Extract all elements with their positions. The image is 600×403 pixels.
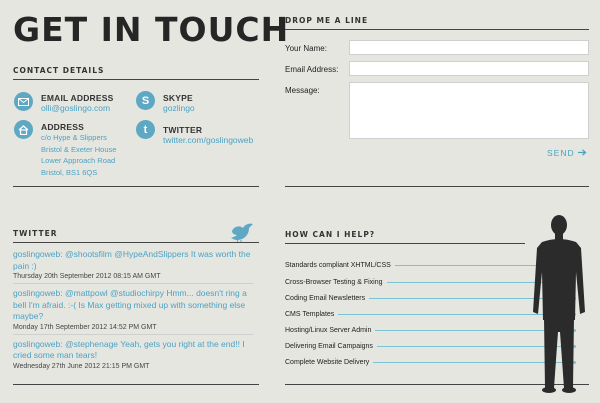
contact-bottom-divider	[13, 186, 259, 187]
service-label: Cross-Browser Testing & Fixing	[285, 278, 383, 286]
service-label: Complete Website Delivery	[285, 358, 370, 366]
contact-details-heading: CONTACT DETAILS	[13, 66, 105, 75]
send-button[interactable]: SEND	[547, 148, 587, 158]
twitter-heading-divider	[13, 242, 259, 243]
twitter-bird-icon: t	[136, 120, 155, 139]
skype-link[interactable]: gozlingo	[163, 103, 195, 113]
tweet-divider	[13, 283, 253, 284]
tweet-item: goslingoweb: @stephenage Yeah, gets you …	[13, 339, 253, 370]
service-label: Coding Email Newsletters	[285, 294, 366, 302]
tweet-date: Wednesday 27th June 2012 21:15 PM GMT	[13, 362, 150, 370]
services-heading: HOW CAN I HELP?	[285, 230, 376, 239]
arrow-right-icon	[577, 148, 587, 158]
tweet-item: goslingoweb: @mattpowl @studiochirpy Hmm…	[13, 288, 253, 331]
twitter-bottom-divider	[13, 384, 259, 385]
contact-heading-divider	[13, 79, 259, 80]
message-field-label: Message:	[285, 86, 320, 95]
message-field[interactable]	[349, 82, 589, 139]
name-field-label: Your Name:	[285, 44, 327, 53]
twitter-label: TWITTER	[163, 125, 203, 135]
service-label: Hosting/Linux Server Admin	[285, 326, 372, 334]
service-label: CMS Templates	[285, 310, 335, 318]
email-address-link[interactable]: olli@goslingo.com	[41, 103, 110, 113]
twitter-profile-link[interactable]: twitter.com/goslingoweb	[163, 135, 253, 145]
service-label: Delivering Email Campaigns	[285, 342, 373, 350]
services-heading-divider	[285, 243, 525, 244]
form-heading: DROP ME A LINE	[285, 16, 369, 25]
email-field[interactable]	[349, 61, 589, 76]
tweet-item: goslingoweb: @shootsfilm @HypeAndSlipper…	[13, 249, 253, 280]
house-icon	[14, 120, 33, 139]
tweet-text[interactable]: goslingoweb: @stephenage Yeah, gets you …	[13, 339, 253, 362]
twitter-feed-heading: TWITTER	[13, 229, 58, 238]
tweet-divider	[13, 333, 253, 335]
name-field[interactable]	[349, 40, 589, 55]
email-address-label: EMAIL ADDRESS	[41, 93, 114, 103]
address-label: ADDRESS	[41, 122, 84, 132]
skype-label: SKYPE	[163, 93, 193, 103]
email-field-label: Email Address:	[285, 65, 339, 74]
address-lines: c/o Hype & Slippers Bristol & Exeter Hou…	[41, 133, 117, 177]
form-bottom-divider	[285, 186, 589, 187]
bird-icon	[228, 222, 256, 249]
service-label: Standards compliant XHTML/CSS	[285, 261, 391, 269]
page-title: GET IN TOUCH	[13, 10, 290, 49]
form-heading-divider	[285, 29, 589, 30]
tweet-list: goslingoweb: @shootsfilm @HypeAndSlipper…	[13, 249, 253, 370]
tweet-text[interactable]: goslingoweb: @shootsfilm @HypeAndSlipper…	[13, 249, 253, 272]
tweet-text[interactable]: goslingoweb: @mattpowl @studiochirpy Hmm…	[13, 288, 253, 323]
send-button-label: SEND	[547, 148, 575, 158]
tweet-date: Thursday 20th September 2012 08:15 AM GM…	[13, 273, 161, 280]
tweet-date: Monday 17th September 2012 14:52 PM GMT	[13, 323, 157, 331]
envelope-icon	[14, 92, 33, 111]
person-silhouette	[528, 212, 590, 403]
skype-icon: S	[136, 91, 155, 110]
